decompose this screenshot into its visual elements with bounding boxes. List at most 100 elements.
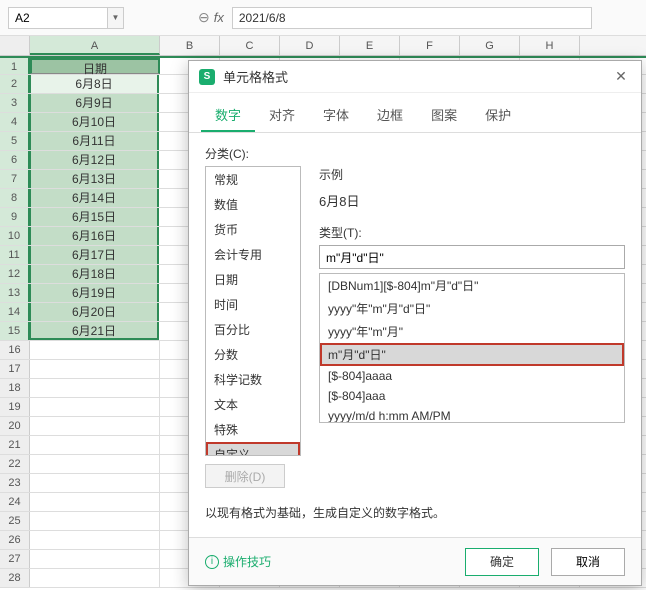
row-header-8[interactable]: 8 [0, 189, 30, 207]
tab-5[interactable]: 保护 [471, 99, 525, 132]
col-header-D[interactable]: D [280, 36, 340, 55]
tab-1[interactable]: 对齐 [255, 99, 309, 132]
category-item[interactable]: 日期 [206, 267, 300, 292]
cell-A13[interactable]: 6月19日 [29, 284, 159, 302]
type-item[interactable]: [$-804]aaa [320, 386, 624, 406]
select-all-corner[interactable] [0, 36, 30, 55]
cell-A3[interactable]: 6月9日 [29, 94, 159, 112]
type-item[interactable]: [$-804]aaaa [320, 366, 624, 386]
cell-A4[interactable]: 6月10日 [29, 113, 159, 131]
cell-A24[interactable] [30, 493, 160, 511]
category-item[interactable]: 时间 [206, 292, 300, 317]
tips-link[interactable]: i 操作技巧 [205, 553, 271, 570]
tab-0[interactable]: 数字 [201, 99, 255, 132]
category-item[interactable]: 科学记数 [206, 367, 300, 392]
type-input[interactable] [319, 245, 625, 269]
type-item[interactable]: m"月"d"日" [320, 343, 624, 366]
row-header-9[interactable]: 9 [0, 208, 30, 226]
col-header-B[interactable]: B [160, 36, 220, 55]
cell-A26[interactable] [30, 531, 160, 549]
col-header-C[interactable]: C [220, 36, 280, 55]
category-item[interactable]: 自定义 [206, 442, 300, 456]
type-item[interactable]: [DBNum1][$-804]m"月"d"日" [320, 274, 624, 297]
row-header-27[interactable]: 27 [0, 550, 30, 568]
row-header-1[interactable]: 1 [0, 58, 30, 74]
cell-A22[interactable] [30, 455, 160, 473]
cell-A28[interactable] [30, 569, 160, 587]
col-header-A[interactable]: A [30, 36, 160, 55]
row-header-7[interactable]: 7 [0, 170, 30, 188]
row-header-11[interactable]: 11 [0, 246, 30, 264]
cell-A2[interactable]: 6月8日 [29, 75, 159, 93]
tab-4[interactable]: 图案 [417, 99, 471, 132]
col-header-G[interactable]: G [460, 36, 520, 55]
cell-A27[interactable] [30, 550, 160, 568]
cell-A15[interactable]: 6月21日 [29, 322, 159, 340]
cell-A7[interactable]: 6月13日 [29, 170, 159, 188]
cell-A1[interactable]: 日期 [30, 58, 160, 74]
category-item[interactable]: 分数 [206, 342, 300, 367]
row-header-21[interactable]: 21 [0, 436, 30, 454]
row-header-5[interactable]: 5 [0, 132, 30, 150]
type-item[interactable]: yyyy/m/d h:mm AM/PM [320, 406, 624, 423]
cell-A19[interactable] [30, 398, 160, 416]
row-header-3[interactable]: 3 [0, 94, 30, 112]
category-item[interactable]: 常规 [206, 167, 300, 192]
row-header-17[interactable]: 17 [0, 360, 30, 378]
cell-A12[interactable]: 6月18日 [29, 265, 159, 283]
cell-A8[interactable]: 6月14日 [29, 189, 159, 207]
cell-A5[interactable]: 6月11日 [29, 132, 159, 150]
name-box-dropdown[interactable]: ▼ [108, 7, 124, 29]
tab-2[interactable]: 字体 [309, 99, 363, 132]
type-item[interactable]: yyyy"年"m"月"d"日" [320, 297, 624, 320]
cell-A10[interactable]: 6月16日 [29, 227, 159, 245]
cell-A6[interactable]: 6月12日 [29, 151, 159, 169]
type-item[interactable]: yyyy"年"m"月" [320, 320, 624, 343]
cell-A17[interactable] [30, 360, 160, 378]
row-header-26[interactable]: 26 [0, 531, 30, 549]
fx-icon[interactable]: fx [214, 10, 224, 25]
row-header-4[interactable]: 4 [0, 113, 30, 131]
ok-button[interactable]: 确定 [465, 548, 539, 576]
name-box[interactable] [8, 7, 108, 29]
category-item[interactable]: 货币 [206, 217, 300, 242]
row-header-2[interactable]: 2 [0, 75, 30, 93]
cell-A21[interactable] [30, 436, 160, 454]
row-header-18[interactable]: 18 [0, 379, 30, 397]
row-header-20[interactable]: 20 [0, 417, 30, 435]
row-header-6[interactable]: 6 [0, 151, 30, 169]
category-list[interactable]: 常规数值货币会计专用日期时间百分比分数科学记数文本特殊自定义 [205, 166, 301, 456]
row-header-13[interactable]: 13 [0, 284, 30, 302]
row-header-23[interactable]: 23 [0, 474, 30, 492]
col-header-F[interactable]: F [400, 36, 460, 55]
category-item[interactable]: 特殊 [206, 417, 300, 442]
tab-3[interactable]: 边框 [363, 99, 417, 132]
col-header-E[interactable]: E [340, 36, 400, 55]
row-header-19[interactable]: 19 [0, 398, 30, 416]
cell-A11[interactable]: 6月17日 [29, 246, 159, 264]
cancel-button[interactable]: 取消 [551, 548, 625, 576]
type-list[interactable]: [DBNum1][$-804]m"月"d"日"yyyy"年"m"月"d"日"yy… [319, 273, 625, 423]
formula-bar[interactable]: 2021/6/8 [232, 7, 592, 29]
zoom-out-icon[interactable]: ⊖ [198, 9, 210, 26]
row-header-24[interactable]: 24 [0, 493, 30, 511]
close-button[interactable]: ✕ [611, 67, 631, 87]
row-header-28[interactable]: 28 [0, 569, 30, 587]
row-header-15[interactable]: 15 [0, 322, 30, 340]
row-header-16[interactable]: 16 [0, 341, 30, 359]
row-header-14[interactable]: 14 [0, 303, 30, 321]
row-header-10[interactable]: 10 [0, 227, 30, 245]
cell-A18[interactable] [30, 379, 160, 397]
row-header-25[interactable]: 25 [0, 512, 30, 530]
cell-A23[interactable] [30, 474, 160, 492]
cell-A16[interactable] [30, 341, 160, 359]
row-header-12[interactable]: 12 [0, 265, 30, 283]
row-header-22[interactable]: 22 [0, 455, 30, 473]
cell-A9[interactable]: 6月15日 [29, 208, 159, 226]
category-item[interactable]: 数值 [206, 192, 300, 217]
category-item[interactable]: 会计专用 [206, 242, 300, 267]
col-header-H[interactable]: H [520, 36, 580, 55]
cell-A20[interactable] [30, 417, 160, 435]
category-item[interactable]: 文本 [206, 392, 300, 417]
cell-A25[interactable] [30, 512, 160, 530]
